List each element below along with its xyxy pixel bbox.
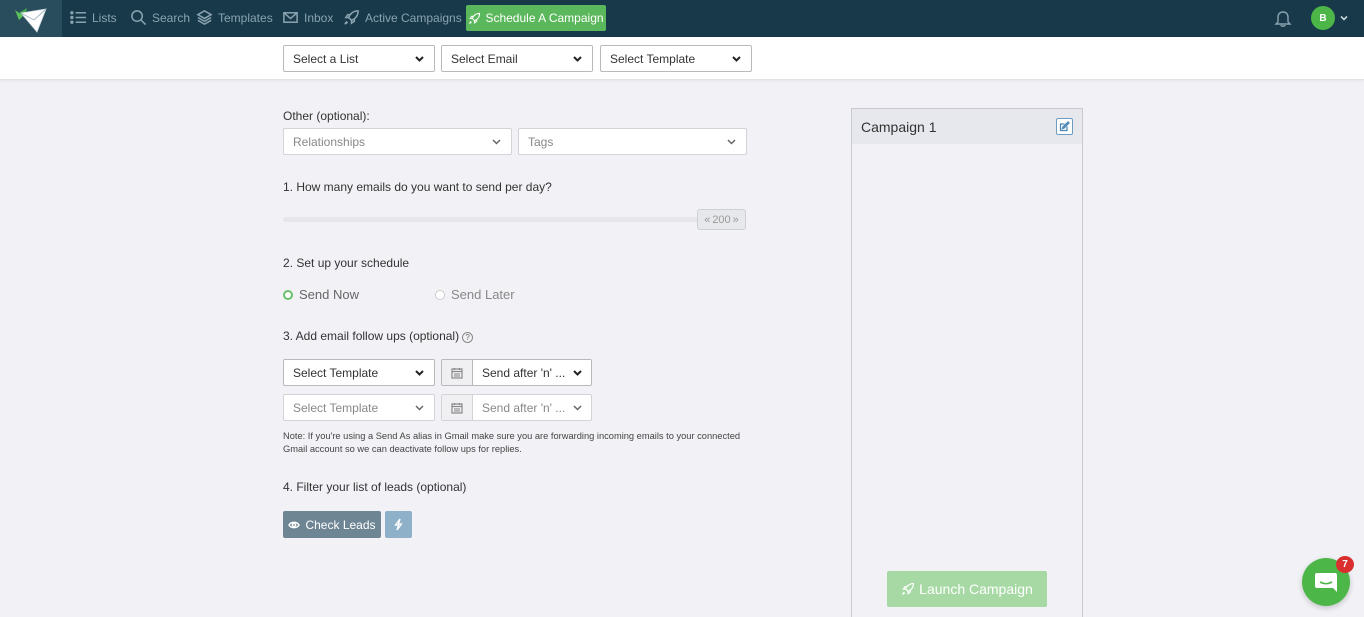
followup-2-delay-select[interactable]: Send after 'n' ... — [441, 394, 592, 421]
radio-unselected-indicator — [435, 289, 445, 300]
email-select[interactable]: Select Email — [441, 45, 593, 72]
nav-active-campaigns[interactable]: Active Campaigns — [343, 0, 462, 35]
nav-search-label: Search — [152, 10, 191, 25]
followup-1-template-value: Select Template — [293, 365, 379, 380]
campaign-summary-panel: Campaign 1 Launch Campaign — [851, 108, 1083, 617]
chevron-down-icon — [414, 402, 425, 413]
launch-campaign-label: Launch Campaign — [919, 581, 1033, 597]
schedule-campaign-label: Schedule A Campaign — [485, 11, 604, 25]
step3-label-text: 3. Add email follow ups (optional) — [283, 329, 460, 343]
calendar-icon — [442, 360, 473, 385]
tags-select[interactable]: Tags — [518, 128, 747, 155]
other-optional-label: Other (optional): — [283, 109, 370, 123]
note-line-1: Note: If you're using a Send As alias in… — [283, 431, 741, 441]
emails-per-day-value: 200 — [712, 213, 731, 226]
notifications-button[interactable] — [1273, 8, 1293, 28]
chevron-down-icon — [414, 53, 425, 64]
emails-per-day-slider-track[interactable] — [283, 217, 723, 222]
layers-icon — [196, 10, 213, 25]
nav-templates-label: Templates — [218, 10, 273, 25]
chevron-down-icon — [726, 136, 737, 147]
chevron-down-icon — [573, 405, 582, 411]
gmail-alias-note: Note: If you're using a Send As alias in… — [283, 430, 753, 455]
search-icon — [131, 10, 147, 26]
step4-label: 4. Filter your list of leads (optional) — [283, 480, 467, 494]
edit-campaign-button[interactable] — [1056, 118, 1073, 135]
rocket-icon — [902, 582, 915, 595]
chat-unread-badge: 7 — [1336, 556, 1354, 573]
tags-select-value: Tags — [528, 134, 554, 149]
followup-1-delay-select[interactable]: Send after 'n' ... — [441, 359, 592, 386]
chevron-down-icon — [731, 53, 742, 64]
chevron-down-icon — [573, 370, 582, 376]
user-avatar[interactable]: B — [1311, 6, 1335, 30]
rocket-icon — [344, 10, 359, 25]
help-icon[interactable]: ? — [462, 332, 474, 343]
nav-lists-label: Lists — [92, 10, 117, 25]
nav-search[interactable]: Search — [130, 0, 190, 35]
step2-label: 2. Set up your schedule — [283, 256, 410, 270]
top-navbar: Lists Search Templates Inbox Active Camp… — [0, 0, 1364, 37]
nav-inbox-label: Inbox — [304, 10, 334, 25]
nav-templates[interactable]: Templates — [196, 0, 273, 35]
chevron-down-icon[interactable] — [1339, 12, 1349, 22]
step1-label: 1. How many emails do you want to send p… — [283, 180, 552, 194]
bell-icon — [1274, 11, 1292, 27]
lightning-icon — [394, 518, 403, 531]
relationships-select[interactable]: Relationships — [283, 128, 512, 155]
check-leads-label: Check Leads — [305, 517, 376, 532]
note-line-2: Gmail account so we can deactivate follo… — [283, 443, 522, 454]
chevron-down-icon — [414, 367, 425, 378]
chat-icon — [1315, 573, 1337, 592]
template-select-value: Select Template — [610, 51, 696, 66]
followup-2-delay-value: Send after 'n' ... — [482, 400, 566, 415]
emails-per-day-slider-handle[interactable]: « 200 » — [697, 209, 746, 230]
list-select[interactable]: Select a List — [283, 45, 435, 72]
step3-label: 3. Add email follow ups (optional)? — [283, 329, 474, 343]
schedule-campaign-button[interactable]: Schedule A Campaign — [466, 5, 606, 31]
launch-campaign-button[interactable]: Launch Campaign — [887, 571, 1047, 607]
nav-inbox[interactable]: Inbox — [282, 0, 333, 35]
calendar-icon — [442, 395, 473, 420]
check-leads-button[interactable]: Check Leads — [283, 511, 381, 538]
followup-2-template-value: Select Template — [293, 400, 379, 415]
followup-1-delay-value: Send after 'n' ... — [482, 365, 566, 380]
send-later-label: Send Later — [451, 287, 515, 302]
chevrons-right-icon: » — [732, 213, 739, 226]
send-now-label: Send Now — [299, 287, 359, 302]
email-select-value: Select Email — [451, 51, 518, 66]
lightning-button[interactable] — [385, 511, 412, 538]
nav-lists[interactable]: Lists — [70, 0, 117, 35]
send-now-radio[interactable]: Send Now — [283, 287, 359, 302]
campaign-title: Campaign 1 — [861, 118, 937, 135]
eye-icon — [288, 521, 301, 528]
send-later-radio[interactable]: Send Later — [435, 287, 515, 302]
campaign-panel-header: Campaign 1 — [852, 109, 1082, 144]
rocket-icon — [469, 12, 481, 24]
chevrons-left-icon: « — [704, 213, 711, 226]
followup-2-template-select[interactable]: Select Template — [283, 394, 435, 421]
nav-active-campaigns-label: Active Campaigns — [365, 10, 462, 25]
envelope-logo-icon — [15, 7, 47, 33]
edit-icon — [1059, 121, 1070, 132]
envelope-icon — [283, 12, 298, 23]
app-logo[interactable] — [0, 0, 62, 37]
followup-1-template-select[interactable]: Select Template — [283, 359, 435, 386]
template-select[interactable]: Select Template — [600, 45, 752, 72]
list-select-value: Select a List — [293, 51, 359, 66]
list-icon — [70, 11, 87, 24]
relationships-select-value: Relationships — [293, 134, 366, 149]
chevron-down-icon — [572, 53, 583, 64]
radio-selected-indicator — [283, 289, 293, 300]
chevron-down-icon — [491, 136, 502, 147]
